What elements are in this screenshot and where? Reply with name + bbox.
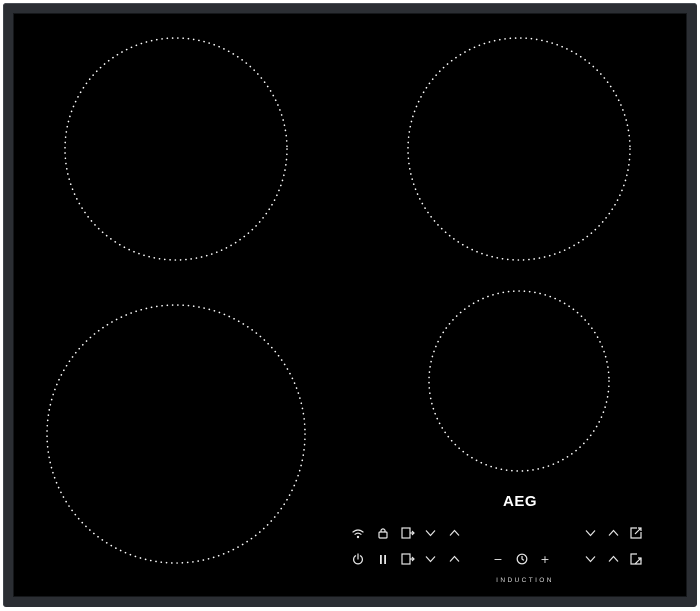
bridge-zone-icon[interactable]: [400, 525, 416, 541]
timer-plus-button[interactable]: +: [537, 551, 553, 567]
up-chevron-icon[interactable]: [446, 551, 462, 567]
down-chevron-icon[interactable]: [422, 525, 438, 541]
zone-select-icon[interactable]: [628, 525, 644, 541]
down-chevron-icon[interactable]: [422, 551, 438, 567]
product-photo: AEG INDUCTION − +: [0, 0, 700, 611]
cooking-zone-front-right[interactable]: [428, 290, 610, 472]
cooking-zone-rear-right[interactable]: [407, 37, 631, 261]
pause-icon[interactable]: [375, 551, 391, 567]
down-chevron-icon[interactable]: [582, 551, 598, 567]
down-chevron-icon[interactable]: [582, 525, 598, 541]
zone-select-icon[interactable]: [628, 551, 644, 567]
up-chevron-icon[interactable]: [605, 551, 621, 567]
up-chevron-icon[interactable]: [446, 525, 462, 541]
up-chevron-icon[interactable]: [605, 525, 621, 541]
child-lock-icon[interactable]: [375, 525, 391, 541]
cooking-zone-rear-left[interactable]: [64, 37, 288, 261]
induction-label: INDUCTION: [496, 577, 554, 584]
cooking-zones: [46, 37, 631, 564]
timer-clock-icon[interactable]: [514, 551, 530, 567]
cooking-zone-front-left[interactable]: [46, 304, 306, 564]
wifi-hob2hood-icon[interactable]: [350, 525, 366, 541]
power-icon[interactable]: [350, 551, 366, 567]
timer-minus-button[interactable]: −: [490, 551, 506, 567]
bridge-zone-icon[interactable]: [400, 551, 416, 567]
brand-logo: AEG: [502, 493, 537, 510]
